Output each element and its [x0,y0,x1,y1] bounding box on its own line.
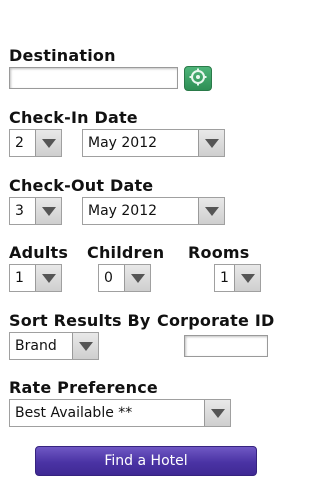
corporate-id-input[interactable] [184,335,268,357]
chevron-down-icon [198,198,224,224]
crosshair-locate-icon [189,68,207,90]
check-in-day-select[interactable]: 2 [9,129,62,157]
rooms-value: 1 [220,270,229,286]
destination-input[interactable] [9,67,178,89]
rooms-label: Rooms [188,243,250,262]
rate-preference-select[interactable]: Best Available ** [9,399,231,427]
adults-value: 1 [15,270,24,286]
sort-value: Brand [15,338,57,354]
rate-preference-value: Best Available ** [15,405,133,421]
check-out-month-select[interactable]: May 2012 [82,197,225,225]
children-label: Children [87,243,165,262]
adults-select[interactable]: 1 [9,264,62,292]
check-in-month-value: May 2012 [88,135,158,151]
sort-select[interactable]: Brand [9,332,99,360]
find-hotel-button-label: Find a Hotel [104,453,188,469]
sort-label: Sort Results By [9,311,151,330]
locate-button[interactable] [184,66,212,91]
chevron-down-icon [124,265,150,291]
check-out-month-value: May 2012 [88,203,158,219]
children-value: 0 [104,270,113,286]
destination-label: Destination [9,46,116,65]
find-hotel-button[interactable]: Find a Hotel [35,446,257,476]
rooms-select[interactable]: 1 [214,264,261,292]
chevron-down-icon [198,130,224,156]
check-in-month-select[interactable]: May 2012 [82,129,225,157]
adults-label: Adults [9,243,69,262]
chevron-down-icon [35,130,61,156]
corporate-id-label: Corporate ID [157,311,275,330]
children-select[interactable]: 0 [98,264,151,292]
chevron-down-icon [204,400,230,426]
check-out-label: Check-Out Date [9,176,154,195]
check-in-day-value: 2 [15,135,24,151]
chevron-down-icon [35,265,61,291]
check-out-day-value: 3 [15,203,24,219]
chevron-down-icon [35,198,61,224]
check-in-label: Check-In Date [9,108,138,127]
chevron-down-icon [234,265,260,291]
chevron-down-icon [72,333,98,359]
check-out-day-select[interactable]: 3 [9,197,62,225]
rate-preference-label: Rate Preference [9,378,158,397]
